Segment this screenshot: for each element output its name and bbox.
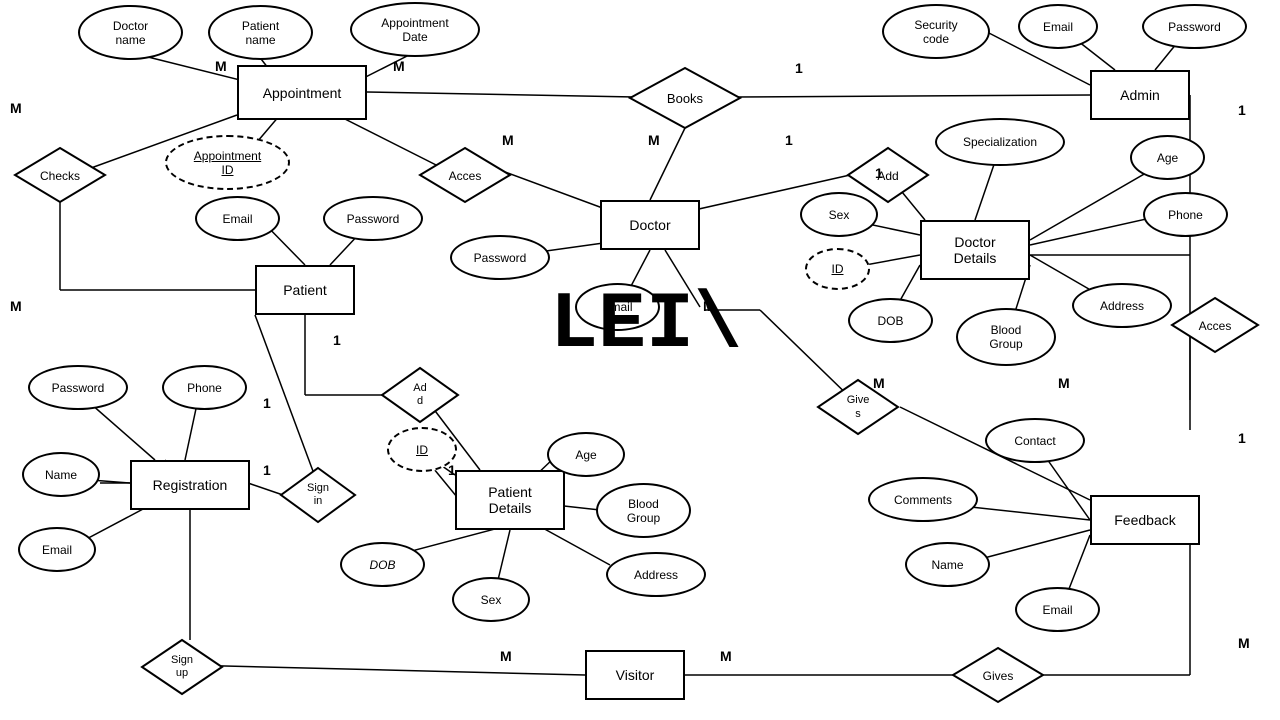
admin-entity: Admin xyxy=(1090,70,1190,120)
doctor-entity: Doctor xyxy=(600,200,700,250)
blood-group-patient-ellipse: Blood Group xyxy=(596,483,691,538)
doctor-name-ellipse: Doctor name xyxy=(78,5,183,60)
mult-1f: 1 xyxy=(263,462,271,478)
doctor-details-entity: Doctor Details xyxy=(920,220,1030,280)
comments-ellipse: Comments xyxy=(868,477,978,522)
mult-1h: 1 xyxy=(1238,102,1246,118)
password-admin-ellipse: Password xyxy=(1142,4,1247,49)
sex-ellipse: Sex xyxy=(800,192,878,237)
appointment-date-ellipse: Appointment Date xyxy=(350,2,480,57)
mult-m-left2: M xyxy=(10,298,22,314)
security-code-ellipse: Security code xyxy=(882,4,990,59)
mult-m8: M xyxy=(1238,635,1250,651)
phone-reg-ellipse: Phone xyxy=(162,365,247,410)
appointment-id-ellipse: Appointment ID xyxy=(165,135,290,190)
name-feedback-ellipse: Name xyxy=(905,542,990,587)
er-diagram: Appointment Patient Doctor Admin Doctor … xyxy=(0,0,1280,720)
sex-patient-ellipse: Sex xyxy=(452,577,530,622)
id-patient-ellipse: ID xyxy=(387,427,457,472)
email-patient-ellipse: Email xyxy=(195,196,280,241)
mult-m10: M xyxy=(720,648,732,664)
mult-1a: 1 xyxy=(795,60,803,76)
phone-ellipse: Phone xyxy=(1143,192,1228,237)
dob-patient-ellipse: DOB xyxy=(340,542,425,587)
contact-ellipse: Contact xyxy=(985,418,1085,463)
password-patient-ellipse: Password xyxy=(323,196,423,241)
mult-m7: M xyxy=(1058,375,1070,391)
mult-1g: 1 xyxy=(448,462,456,478)
mult-1i: 1 xyxy=(1238,430,1246,446)
mult-1e: 1 xyxy=(263,395,271,411)
address-patient-ellipse: Address xyxy=(606,552,706,597)
dob-ellipse: DOB xyxy=(848,298,933,343)
name-reg-ellipse: Name xyxy=(22,452,100,497)
mult-m4: M xyxy=(648,132,660,148)
mult-m6: M xyxy=(873,375,885,391)
patient-entity: Patient xyxy=(255,265,355,315)
appointment-entity: Appointment xyxy=(237,65,367,120)
patient-details-entity: Patient Details xyxy=(455,470,565,530)
password-doctor-ellipse: Password xyxy=(450,235,550,280)
visitor-entity: Visitor xyxy=(585,650,685,700)
mult-m1: M xyxy=(215,58,227,74)
mult-1d: 1 xyxy=(333,332,341,348)
age-ellipse: Age xyxy=(1130,135,1205,180)
email-admin-ellipse: Email xyxy=(1018,4,1098,49)
mult-m9: M xyxy=(500,648,512,664)
mult-m3: M xyxy=(502,132,514,148)
id-doctor-ellipse: ID xyxy=(805,248,870,290)
watermark: LEI\ xyxy=(550,280,742,371)
feedback-entity: Feedback xyxy=(1090,495,1200,545)
email-feedback-ellipse: Email xyxy=(1015,587,1100,632)
specialization-ellipse: Specialization xyxy=(935,118,1065,166)
password-reg-ellipse: Password xyxy=(28,365,128,410)
age-patient-ellipse: Age xyxy=(547,432,625,477)
mult-m2: M xyxy=(393,58,405,74)
mult-1b: 1 xyxy=(785,132,793,148)
blood-group-ellipse: Blood Group xyxy=(956,308,1056,366)
mult-1c: 1 xyxy=(875,165,883,181)
mult-m-left1: M xyxy=(10,100,22,116)
registration-entity: Registration xyxy=(130,460,250,510)
email-reg-ellipse: Email xyxy=(18,527,96,572)
address-ellipse: Address xyxy=(1072,283,1172,328)
patient-name-ellipse: Patient name xyxy=(208,5,313,60)
